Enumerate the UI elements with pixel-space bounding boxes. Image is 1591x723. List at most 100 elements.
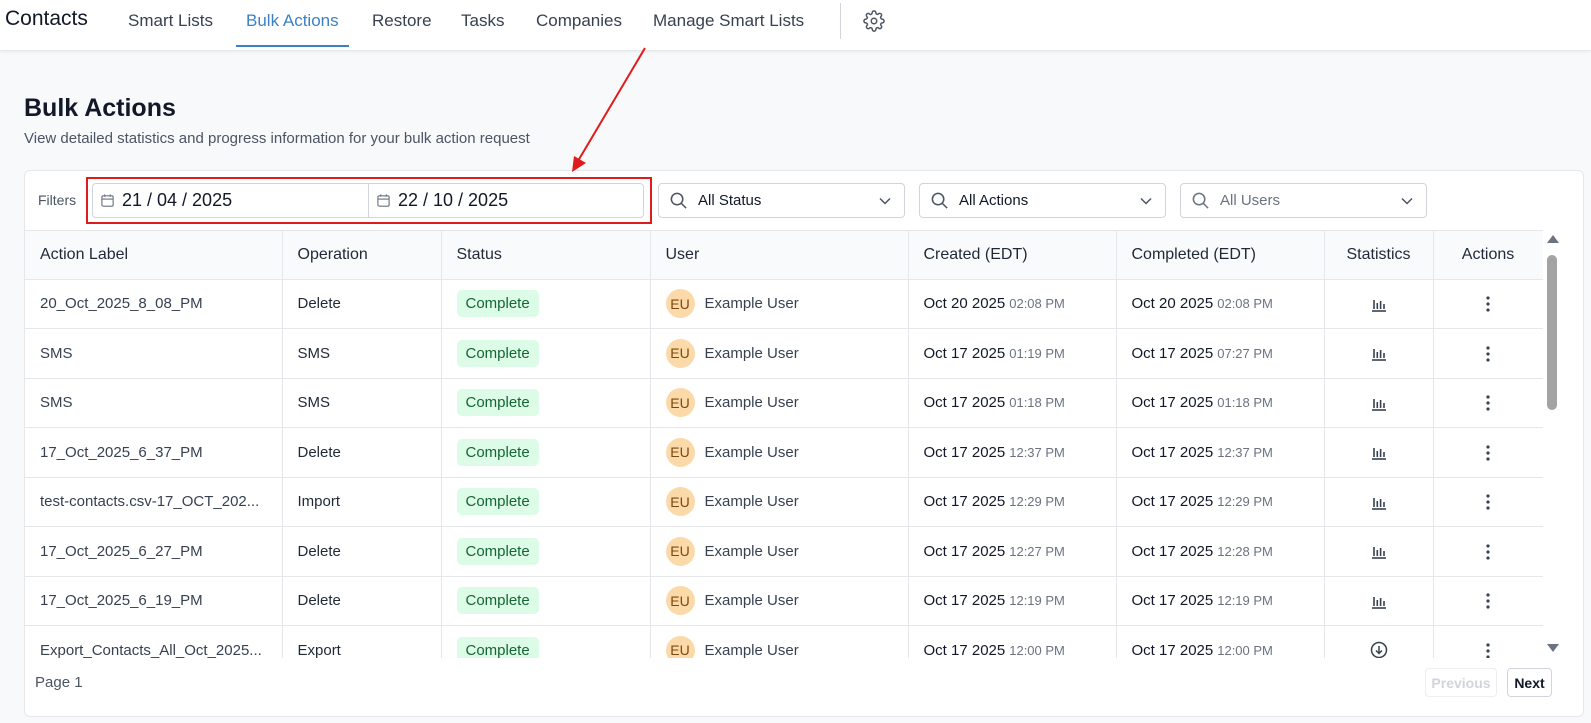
operation-cell: Delete	[282, 279, 442, 329]
operation-cell: Delete	[282, 526, 442, 577]
created-date: Oct 17 2025	[923, 641, 1006, 658]
tab-bulk-actions[interactable]: Bulk Actions	[236, 11, 349, 47]
tab-manage-smart-lists[interactable]: Manage Smart Lists	[653, 11, 804, 47]
created-cell: Oct 17 2025 12:00 PM	[908, 625, 1117, 658]
completed-date: Oct 17 2025	[1131, 344, 1214, 362]
header-completed[interactable]: Completed (EDT)	[1116, 231, 1325, 280]
header-status[interactable]: Status	[441, 231, 651, 280]
actions-filter[interactable]: All Actions	[919, 183, 1166, 218]
status-filter[interactable]: All Status	[658, 183, 905, 218]
tab-restore[interactable]: Restore	[372, 11, 432, 47]
completed-cell: Oct 17 2025 01:18 PM	[1116, 378, 1325, 428]
action-label-cell[interactable]: test-contacts.csv-17_OCT_202...	[25, 477, 283, 527]
status-cell: Complete	[441, 576, 651, 626]
user-cell: EU Example User	[650, 625, 909, 658]
bar-chart-icon[interactable]	[1370, 344, 1388, 362]
created-cell: Oct 17 2025 01:19 PM	[908, 328, 1117, 379]
bar-chart-icon[interactable]	[1370, 443, 1388, 461]
more-options-icon[interactable]	[1486, 494, 1490, 510]
user-cell: EU Example User	[650, 328, 909, 379]
table-row[interactable]: SMS SMS Complete EU Example User Oct 17 2025 0…	[25, 328, 1543, 379]
table-row[interactable]: SMS SMS Complete EU Example User Oct 17 2025 0…	[25, 378, 1543, 428]
scroll-thumb[interactable]	[1547, 255, 1557, 410]
more-options-icon[interactable]	[1486, 346, 1490, 362]
table-row[interactable]: 17_Oct_2025_6_19_PM Delete Complete EU Examp…	[25, 576, 1543, 626]
avatar: EU	[665, 635, 695, 658]
action-label-cell[interactable]: 17_Oct_2025_6_19_PM	[25, 576, 283, 626]
completed-time: 12:28 PM	[1217, 543, 1273, 559]
bar-chart-icon[interactable]	[1370, 542, 1388, 560]
header-operation[interactable]: Operation	[282, 231, 442, 280]
page-title: Bulk Actions	[24, 94, 176, 122]
tab-smart-lists[interactable]: Smart Lists	[128, 11, 213, 47]
search-icon	[1192, 192, 1209, 209]
highlight-box	[86, 177, 652, 224]
chevron-down-icon	[879, 197, 891, 205]
more-options-icon[interactable]	[1486, 395, 1490, 411]
created-cell: Oct 17 2025 12:19 PM	[908, 576, 1117, 626]
table-row[interactable]: Export_Contacts_All_Oct_2025... Export Com…	[25, 625, 1543, 658]
avatar: EU	[665, 437, 695, 467]
statistics-cell	[1324, 378, 1434, 428]
tab-tasks[interactable]: Tasks	[461, 11, 504, 47]
more-options-icon[interactable]	[1486, 643, 1490, 658]
status-badge: Complete	[456, 339, 539, 367]
more-options-icon[interactable]	[1486, 445, 1490, 461]
completed-date: Oct 17 2025	[1131, 592, 1214, 610]
scroll-up-arrow[interactable]	[1547, 235, 1559, 243]
bulk-actions-card: Filters 21 / 04 / 2025 22 / 10 / 2025 Al…	[24, 170, 1584, 717]
table-row[interactable]: 17_Oct_2025_6_37_PM Delete Complete EU Examp…	[25, 427, 1543, 478]
action-label-cell[interactable]: SMS	[25, 378, 283, 428]
action-label-cell[interactable]: SMS	[25, 328, 283, 379]
status-badge: Complete	[456, 438, 539, 466]
table-row[interactable]: test-contacts.csv-17_OCT_202... Import Com…	[25, 477, 1543, 527]
status-badge: Complete	[456, 537, 539, 565]
action-label-cell[interactable]: Export_Contacts_All_Oct_2025...	[25, 625, 283, 658]
more-options-icon[interactable]	[1486, 544, 1490, 560]
bar-chart-icon[interactable]	[1370, 493, 1388, 511]
completed-time: 01:18 PM	[1217, 395, 1273, 411]
header-user[interactable]: User	[650, 231, 909, 280]
bar-chart-icon[interactable]	[1370, 394, 1388, 412]
users-filter[interactable]: All Users	[1180, 183, 1427, 218]
action-label-cell[interactable]: 17_Oct_2025_6_27_PM	[25, 526, 283, 577]
more-options-icon[interactable]	[1486, 593, 1490, 609]
gear-icon[interactable]	[863, 10, 885, 32]
next-button[interactable]: Next	[1507, 668, 1552, 697]
created-cell: Oct 17 2025 12:27 PM	[908, 526, 1117, 577]
status-badge: Complete	[456, 389, 539, 417]
scroll-down-arrow[interactable]	[1547, 644, 1559, 652]
actions-cell	[1433, 526, 1543, 577]
user-name: Example User	[704, 641, 799, 658]
avatar: EU	[665, 388, 695, 418]
operation-cell: Delete	[282, 427, 442, 478]
bulk-actions-table: Action Label Operation Status User Creat…	[25, 230, 1543, 658]
statistics-cell	[1324, 576, 1434, 626]
status-badge: Complete	[456, 488, 539, 516]
user-cell: EU Example User	[650, 576, 909, 626]
action-label-cell[interactable]: 20_Oct_2025_8_08_PM	[25, 279, 283, 329]
created-time: 12:19 PM	[1009, 593, 1065, 609]
completed-time: 12:29 PM	[1217, 494, 1273, 510]
download-icon[interactable]	[1370, 641, 1388, 658]
bar-chart-icon[interactable]	[1370, 295, 1388, 313]
table-row[interactable]: 17_Oct_2025_6_27_PM Delete Complete EU Examp…	[25, 526, 1543, 577]
statistics-cell	[1324, 625, 1434, 658]
more-options-icon[interactable]	[1486, 296, 1490, 312]
tab-companies[interactable]: Companies	[536, 11, 622, 47]
completed-cell: Oct 17 2025 07:27 PM	[1116, 328, 1325, 379]
header-action-label[interactable]: Action Label	[25, 231, 283, 280]
table-scrollbar[interactable]	[1545, 231, 1559, 656]
header-created[interactable]: Created (EDT)	[908, 231, 1117, 280]
action-label-cell[interactable]: 17_Oct_2025_6_37_PM	[25, 427, 283, 478]
previous-button[interactable]: Previous	[1425, 668, 1497, 697]
user-name: Example User	[704, 295, 799, 313]
completed-date: Oct 17 2025	[1131, 493, 1214, 511]
actions-cell	[1433, 576, 1543, 626]
completed-date: Oct 20 2025	[1131, 295, 1214, 313]
status-cell: Complete	[441, 427, 651, 478]
table-row[interactable]: 20_Oct_2025_8_08_PM Delete Complete EU Examp…	[25, 279, 1543, 329]
statistics-cell	[1324, 477, 1434, 527]
statistics-cell	[1324, 526, 1434, 577]
bar-chart-icon[interactable]	[1370, 592, 1388, 610]
